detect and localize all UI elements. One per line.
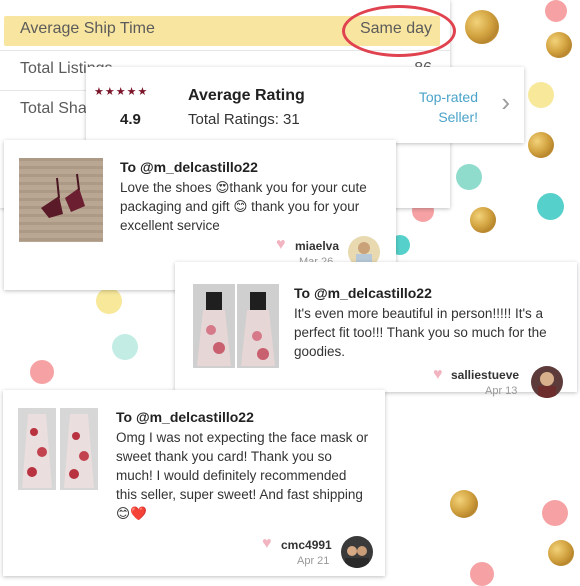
dot-teal [537, 193, 564, 220]
review-date: Apr 21 [297, 555, 330, 567]
heart-icon[interactable]: ♥ [262, 536, 272, 552]
dot-pink [30, 360, 54, 384]
heart-icon[interactable]: ♥ [433, 367, 443, 383]
review-message: Love the shoes 😍thank you for your cute … [120, 180, 367, 233]
dot-pink [545, 0, 567, 22]
dot-gold [546, 32, 572, 58]
avatar[interactable] [531, 366, 563, 398]
total-ratings: Total Ratings: 31 [188, 111, 300, 128]
heart-icon[interactable]: ♥ [276, 237, 286, 253]
dress-photo[interactable] [18, 408, 98, 490]
review-recipient[interactable]: To @m_delcastillo22 [116, 409, 254, 425]
review-card: To @m_delcastillo22 Omg I was not expect… [3, 390, 385, 576]
rating-title: Average Rating [188, 87, 305, 104]
shoes-photo[interactable] [19, 158, 103, 242]
review-recipient[interactable]: To @m_delcastillo22 [120, 159, 258, 175]
reviewer-username[interactable]: miaelva [295, 239, 339, 253]
review-recipient[interactable]: To @m_delcastillo22 [294, 285, 432, 301]
review-card: To @m_delcastillo22 It's even more beaut… [175, 262, 577, 398]
dot-pink [470, 562, 494, 586]
dot-gold [450, 490, 478, 518]
dot-mint [456, 164, 482, 190]
average-rating-card[interactable]: ★★★★★ 4.9 Average Rating Total Ratings: … [86, 67, 524, 143]
badge-line: Top-rated [418, 89, 478, 105]
dot-gold [465, 10, 499, 44]
review-date: Apr 13 [485, 385, 518, 397]
dot-yellow [528, 82, 554, 108]
dot-yellow [96, 288, 122, 314]
dot-pink [542, 500, 568, 526]
stat-label: Average Ship Time [20, 20, 155, 37]
rating-score: 4.9 [120, 111, 141, 128]
chevron-right-icon[interactable]: › [501, 89, 510, 115]
dress-photo[interactable] [193, 284, 279, 368]
avatar[interactable] [341, 536, 373, 568]
dot-gold [470, 207, 496, 233]
dot-mint [112, 334, 138, 360]
review-message: It's even more beautiful in person!!!!! … [294, 306, 547, 359]
star-rating-icon: ★★★★★ [94, 86, 149, 98]
dot-gold [528, 132, 554, 158]
badge-line: Seller! [438, 109, 478, 125]
reviewer-username[interactable]: salliestueve [451, 368, 519, 382]
review-message: Omg I was not expecting the face mask or… [116, 430, 369, 521]
top-rated-badge: Top-rated Seller! [419, 87, 478, 127]
reviewer-username[interactable]: cmc4991 [281, 538, 332, 552]
dot-gold [548, 540, 574, 566]
